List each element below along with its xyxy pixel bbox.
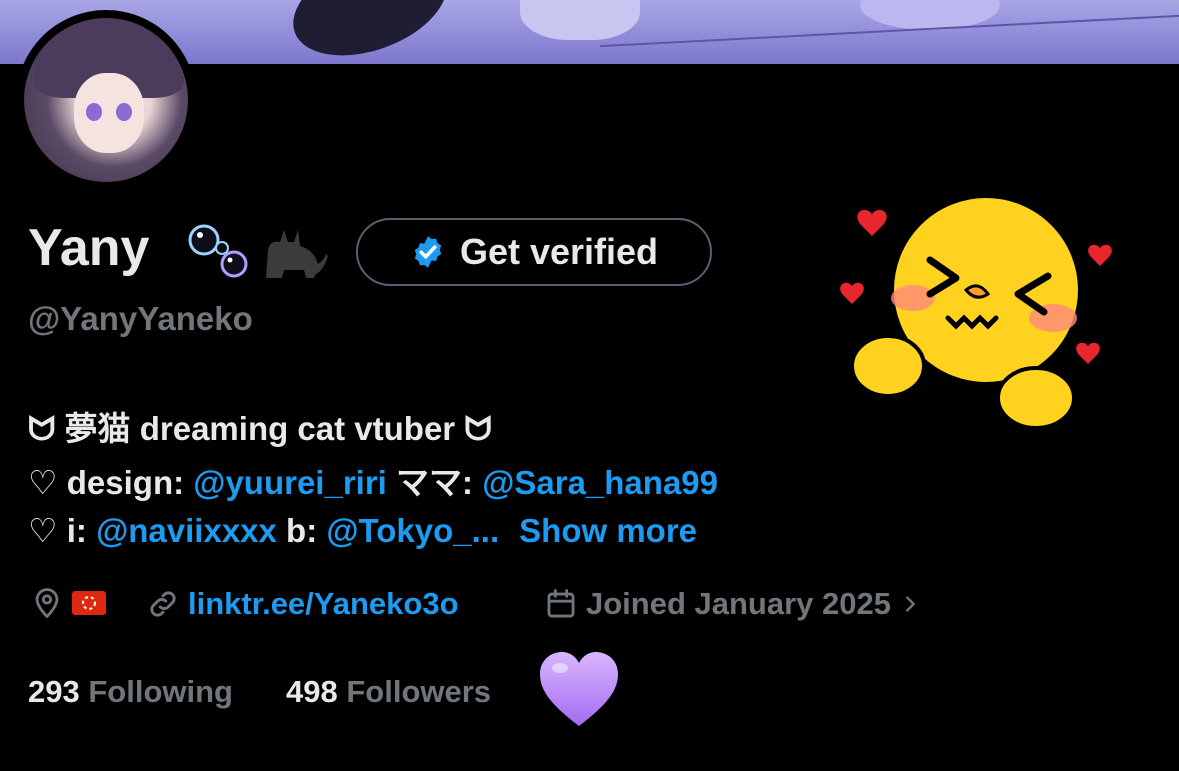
bio-text: ♡ design: xyxy=(28,464,194,501)
chevron-right-icon xyxy=(906,596,915,612)
verified-badge-icon xyxy=(414,236,442,268)
bio-line-3: ♡ i: @naviixxxx b: @Tokyo_... Show more xyxy=(28,511,697,550)
following-stat[interactable]: 293 Following xyxy=(28,674,233,710)
bio-text: ママ: xyxy=(386,464,483,501)
location-item xyxy=(30,586,106,620)
bio-text: ♡ i: xyxy=(28,512,97,549)
bio-mention-link[interactable]: @yuurei_riri xyxy=(193,464,387,501)
following-count: 293 xyxy=(28,674,80,709)
name-emoji-group xyxy=(188,224,328,278)
followers-label: Followers xyxy=(346,674,492,709)
bio-mention-link[interactable]: @Sara_hana99 xyxy=(482,464,718,501)
joined-item[interactable]: Joined January 2025 xyxy=(544,586,921,622)
black-cat-emoji xyxy=(266,230,328,278)
hong-kong-flag-icon xyxy=(72,591,106,615)
show-more-link[interactable]: Show more xyxy=(519,512,697,549)
bio-text: b: xyxy=(276,512,327,549)
banner-sleeve-shape xyxy=(520,0,640,40)
bio-line-2: ♡ design: @yuurei_riri ママ: @Sara_hana99 xyxy=(28,456,718,504)
display-name: Yany xyxy=(28,219,150,277)
joined-date: Joined January 2025 xyxy=(586,586,891,621)
bubbles-emoji xyxy=(188,224,248,278)
followers-count: 498 xyxy=(286,674,338,709)
bio-mention-link[interactable]: @Tokyo_... xyxy=(326,512,499,549)
followers-stat[interactable]: 498 Followers xyxy=(286,674,491,710)
website-link[interactable]: linktr.ee/Yaneko3o xyxy=(188,586,459,622)
bio-line-1: ᗢ 夢猫 dreaming cat vtuber ᗢ xyxy=(28,410,492,447)
banner-hair-shape xyxy=(279,0,461,64)
link-icon xyxy=(150,591,176,617)
website-item[interactable]: linktr.ee/Yaneko3o xyxy=(146,586,459,622)
avatar-image xyxy=(24,18,188,182)
username-handle: @YanyYaneko xyxy=(28,300,253,337)
bio-mention-link[interactable]: @naviixxxx xyxy=(96,512,277,549)
location-pin-icon xyxy=(35,588,59,619)
get-verified-button[interactable]: Get verified xyxy=(356,218,712,286)
blushing-smiley-sticker xyxy=(840,198,1112,430)
following-label: Following xyxy=(88,674,233,709)
calendar-icon xyxy=(547,589,575,618)
profile-avatar[interactable] xyxy=(16,10,196,190)
get-verified-label: Get verified xyxy=(459,231,659,272)
purple-heart-icon xyxy=(540,652,618,726)
